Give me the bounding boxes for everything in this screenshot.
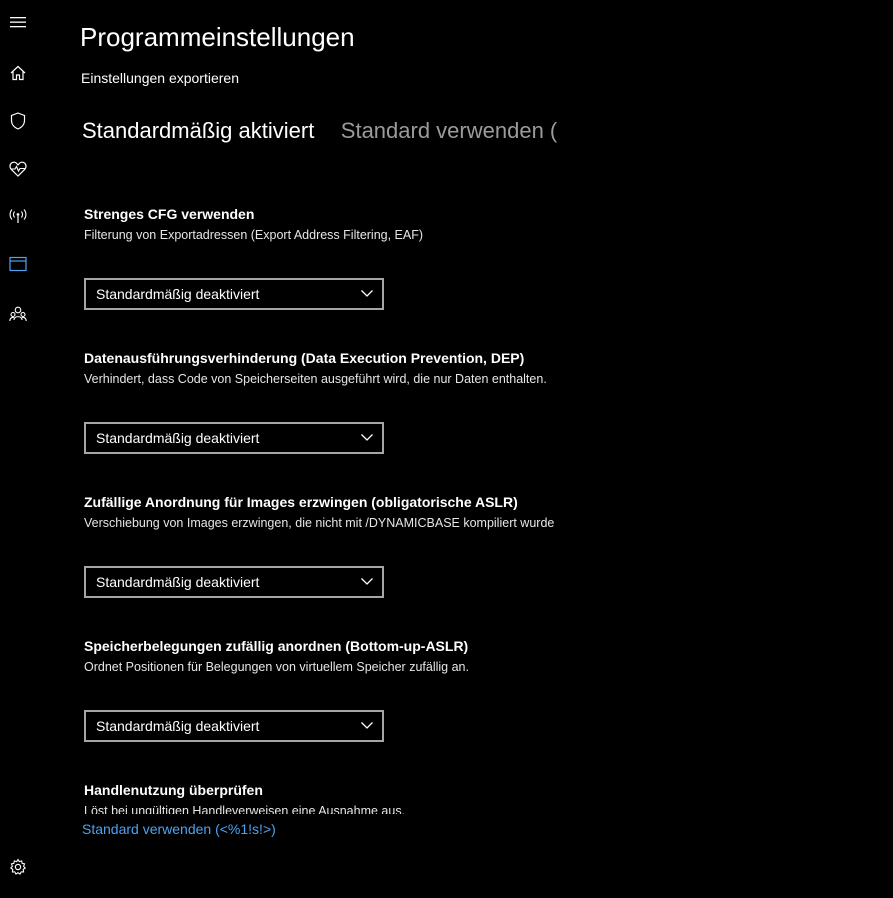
- chevron-down-icon: [361, 434, 373, 441]
- page-title: Programmeinstellungen: [80, 22, 355, 52]
- setting-title: Zufällige Anordnung für Images erzwingen…: [84, 494, 518, 510]
- setting-dep: Datenausführungsverhinderung (Data Execu…: [84, 350, 604, 454]
- dropdown-value: Standardmäßig deaktiviert: [96, 430, 260, 446]
- main-content: Programmeinstellungen Einstellungen expo…: [0, 0, 893, 898]
- setting-title: Speicherbelegungen zufällig anordnen (Bo…: [84, 638, 469, 654]
- setting-description: Ordnet Positionen für Belegungen von vir…: [84, 660, 469, 674]
- setting-description: Löst bei ungültigen Handleverweisen eine…: [84, 804, 406, 814]
- setting-bottom-up-aslr: Speicherbelegungen zufällig anordnen (Bo…: [84, 638, 604, 742]
- tab-enabled-by-default[interactable]: Standardmäßig aktiviert: [82, 118, 314, 144]
- settings-list[interactable]: Strenges CFG verwenden Filterung von Exp…: [0, 190, 893, 814]
- dep-dropdown[interactable]: Standardmäßig deaktiviert: [84, 422, 384, 454]
- setting-strict-cfg: Strenges CFG verwenden Filterung von Exp…: [84, 206, 604, 310]
- tab-strip: Standardmäßig aktiviert Standard verwend…: [82, 118, 576, 152]
- chevron-down-icon: [361, 722, 373, 729]
- strict-cfg-dropdown[interactable]: Standardmäßig deaktiviert: [84, 278, 384, 310]
- setting-title: Handlenutzung überprüfen: [84, 782, 263, 798]
- setting-validate-handle-usage: Handlenutzung überprüfen Löst bei ungült…: [84, 782, 604, 814]
- export-settings-link[interactable]: Einstellungen exportieren: [81, 70, 239, 86]
- dropdown-value: Standardmäßig deaktiviert: [96, 286, 260, 302]
- tab-use-default[interactable]: Standard verwenden (: [341, 118, 557, 144]
- setting-description: Verhindert, dass Code von Speicherseiten…: [84, 372, 547, 386]
- chevron-down-icon: [361, 578, 373, 585]
- use-default-link[interactable]: Standard verwenden (<%1!s!>): [82, 821, 276, 837]
- setting-mandatory-aslr: Zufällige Anordnung für Images erzwingen…: [84, 494, 604, 598]
- chevron-down-icon: [361, 290, 373, 297]
- setting-description: Verschiebung von Images erzwingen, die n…: [84, 516, 555, 530]
- mandatory-aslr-dropdown[interactable]: Standardmäßig deaktiviert: [84, 566, 384, 598]
- dropdown-value: Standardmäßig deaktiviert: [96, 718, 260, 734]
- dropdown-value: Standardmäßig deaktiviert: [96, 574, 260, 590]
- setting-title: Datenausführungsverhinderung (Data Execu…: [84, 350, 525, 366]
- setting-description: Filterung von Exportadressen (Export Add…: [84, 228, 424, 242]
- bottom-up-aslr-dropdown[interactable]: Standardmäßig deaktiviert: [84, 710, 384, 742]
- setting-title: Strenges CFG verwenden: [84, 206, 255, 222]
